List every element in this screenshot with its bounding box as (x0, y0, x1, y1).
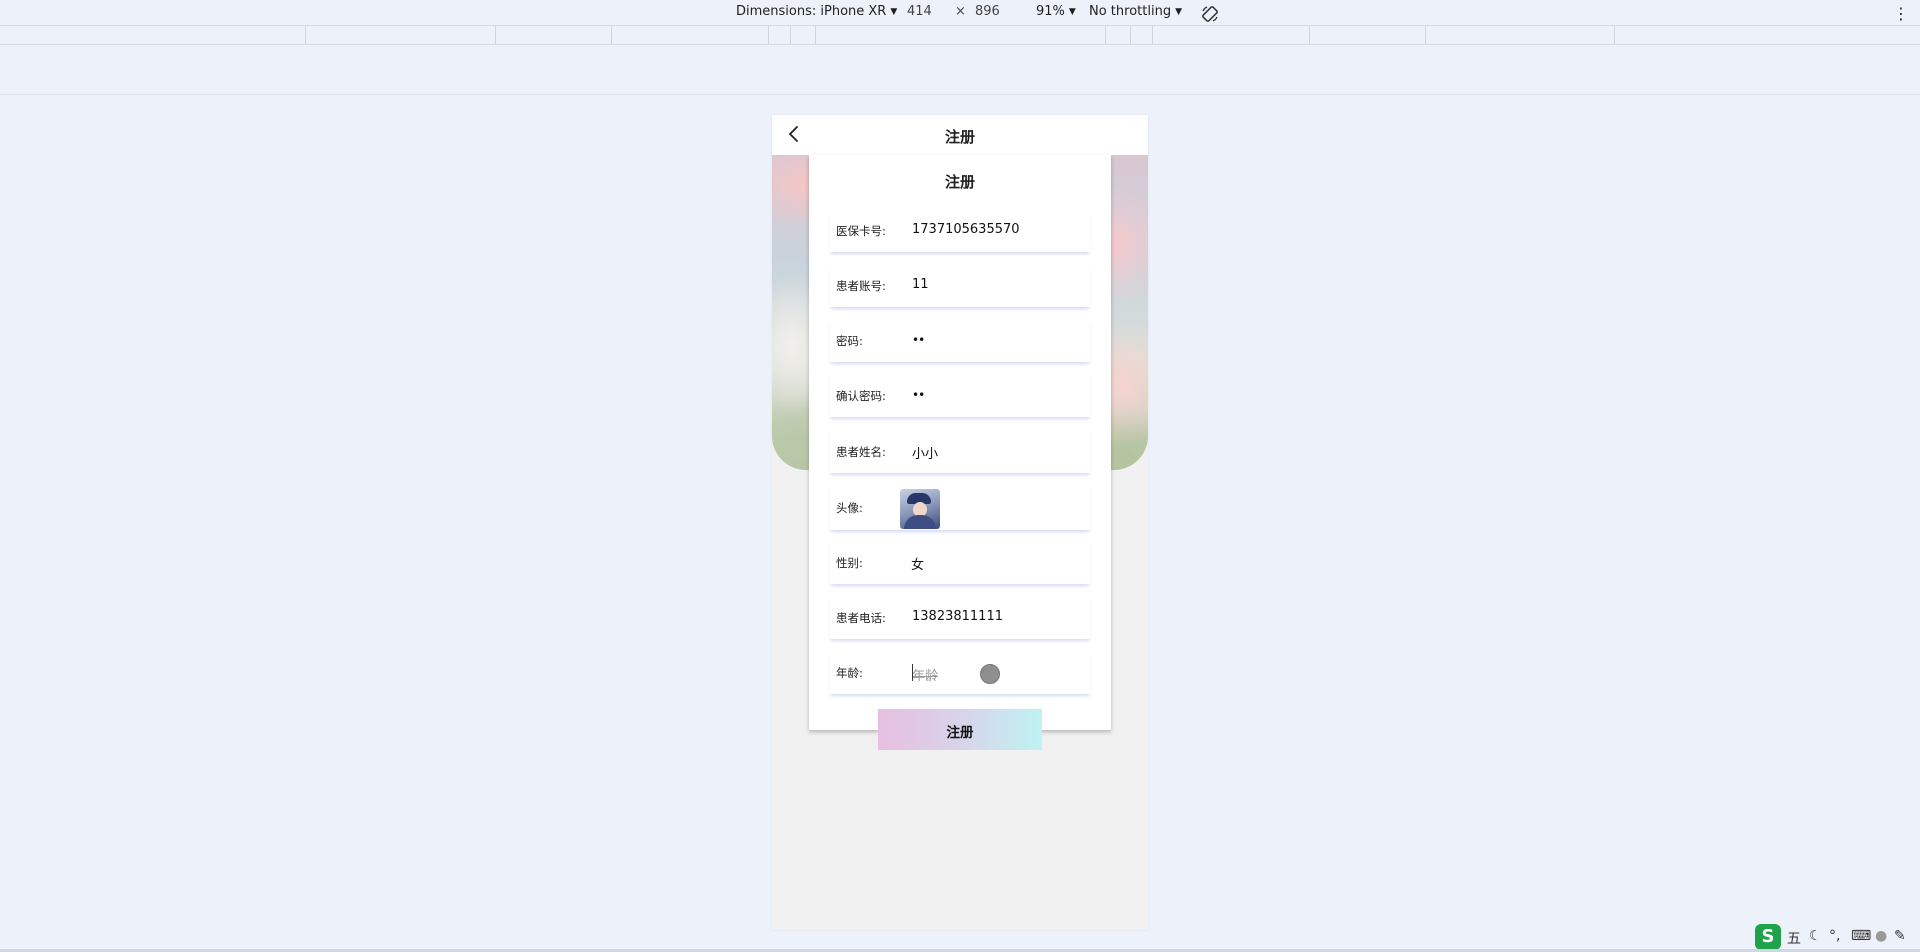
avatar-row: 头像: (830, 486, 1090, 530)
ruler-tick (790, 26, 791, 44)
ruler-tick (611, 26, 612, 44)
card-number-label: 医保卡号: (836, 224, 886, 238)
throttling-select[interactable]: No throttling ▼ (1089, 4, 1182, 19)
password-input[interactable]: •• (912, 333, 925, 347)
age-row: 年龄: 年龄 (830, 652, 1090, 694)
gender-select[interactable]: 女 (911, 554, 924, 573)
user-icon[interactable]: ● (1875, 928, 1887, 944)
avatar-label: 头像: (836, 501, 863, 515)
rotate-icon-svg (1202, 6, 1218, 22)
register-button[interactable]: 注册 (878, 709, 1042, 750)
dropdown-caret-icon: ▼ (1175, 7, 1182, 17)
avatar-body-shape (904, 515, 936, 529)
toolbar-divider (0, 94, 1920, 95)
ruler-tick (1309, 26, 1310, 44)
ime-logo-icon[interactable]: S (1755, 924, 1781, 950)
keyboard-icon[interactable]: ⌨ (1851, 928, 1871, 944)
more-options-icon[interactable]: ⋮ (1893, 4, 1909, 23)
page-title: 注册 (944, 128, 975, 146)
text-cursor (912, 664, 913, 681)
age-input[interactable]: 年龄 (912, 665, 938, 684)
zoom-label: 91% (1036, 4, 1065, 19)
ruler-tick (815, 26, 816, 44)
viewport-height-input[interactable]: 896 (975, 4, 1000, 19)
ruler-tick (1614, 26, 1615, 44)
dropdown-caret-icon: ▼ (1068, 7, 1076, 17)
phone-row: 患者电话: 13823811111 (830, 597, 1090, 639)
devtools-device-toolbar: Dimensions: iPhone XR ▼ 414 × 896 91% ▼ No… (0, 0, 1920, 25)
dropdown-caret-icon: ▼ (890, 7, 898, 17)
device-dimensions-select[interactable]: Dimensions: iPhone XR ▼ (736, 4, 897, 19)
card-number-row: 医保卡号: 1737105635570 (830, 210, 1090, 252)
password-row: 密码: •• (830, 320, 1090, 362)
register-button-label: 注册 (946, 725, 974, 741)
form-title: 注册 (944, 173, 975, 191)
zoom-select[interactable]: 91% ▼ (1036, 4, 1076, 19)
media-query-ruler (0, 25, 1920, 45)
card-number-input[interactable]: 1737105635570 (912, 222, 1020, 237)
ruler-tick (1152, 26, 1153, 44)
ruler-tick (1130, 26, 1131, 44)
ruler-tick (768, 26, 769, 44)
phone-label: 患者电话: (836, 611, 886, 625)
age-label: 年龄: (836, 666, 863, 680)
device-dimensions-label: Dimensions: iPhone XR (736, 4, 887, 19)
dimension-separator: × (955, 4, 966, 19)
avatar[interactable] (900, 489, 940, 529)
ruler-tick (1105, 26, 1106, 44)
ime-mode-label[interactable]: 五 (1787, 928, 1801, 948)
register-form-card: 注册 医保卡号: 1737105635570 患者账号: 11 密码: •• 确… (809, 155, 1111, 730)
phone-input[interactable]: 13823811111 (912, 609, 1003, 624)
phone-viewport: 注册 注册 医保卡号: 1737105635570 患者账号: 11 密码: •… (772, 115, 1148, 930)
ruler-tick (495, 26, 496, 44)
back-arrow-icon[interactable] (784, 124, 804, 144)
ruler-tick (305, 26, 306, 44)
account-label: 患者账号: (836, 279, 886, 293)
throttling-label: No throttling (1089, 4, 1172, 19)
ruler-tick (1425, 26, 1426, 44)
password-label: 密码: (836, 334, 863, 348)
gender-label: 性别: (836, 556, 863, 570)
punctuation-icon[interactable]: °, (1829, 928, 1840, 944)
name-input[interactable]: 小小 (912, 443, 938, 462)
confirm-password-row: 确认密码: •• (830, 375, 1090, 417)
moon-icon[interactable]: ☾ (1809, 928, 1822, 944)
name-row: 患者姓名: 小小 (830, 431, 1090, 473)
name-label: 患者姓名: (836, 445, 886, 459)
touch-pointer-indicator (980, 664, 1000, 684)
navigation-bar: 注册 (772, 115, 1148, 155)
confirm-password-input[interactable]: •• (912, 388, 925, 402)
wrench-icon[interactable]: ✎ (1894, 928, 1906, 944)
gender-row: 性别: 女 (830, 542, 1090, 584)
account-row: 患者账号: 11 (830, 265, 1090, 307)
viewport-width-input[interactable]: 414 (907, 4, 932, 19)
system-tray: S 五 ☾ °, ⌨ ● ✎ (1751, 924, 1920, 950)
account-input[interactable]: 11 (912, 277, 929, 292)
confirm-password-label: 确认密码: (836, 389, 886, 403)
